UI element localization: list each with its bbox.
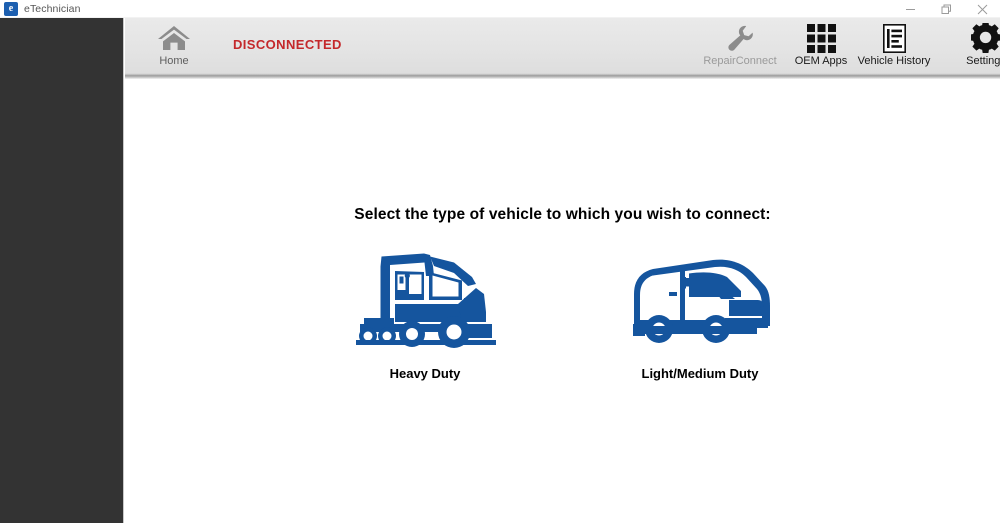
main-content: Select the type of vehicle to which you …: [125, 79, 1000, 523]
minimize-icon: [905, 4, 916, 15]
toolbar-label-oemapps: OEM Apps: [794, 55, 848, 67]
document-icon: [882, 23, 906, 53]
toolbar-label-repairconnect: RepairConnect: [703, 55, 777, 67]
top-toolbar: Home RepairConnect OEM Apps Vehicle Hist…: [125, 18, 1000, 73]
vehicle-choice-heavy-duty[interactable]: Heavy Duty: [323, 247, 528, 381]
window-controls: [892, 0, 1000, 18]
close-button[interactable]: [964, 0, 1000, 18]
application-window: e eTechnician Home RepairConnect OEM App…: [0, 0, 1000, 523]
vehicle-type-choices: Heavy Duty Light/Medium Duty: [125, 247, 1000, 381]
vehicle-choice-light-medium-duty[interactable]: Light/Medium Duty: [598, 247, 803, 381]
connection-status: DISCONNECTED: [233, 37, 342, 52]
etechnician-app-icon: e: [4, 1, 18, 16]
close-icon: [977, 4, 988, 15]
title-bar: e eTechnician: [0, 0, 1000, 18]
toolbar-item-home[interactable]: Home: [131, 24, 217, 72]
left-sidebar: [0, 18, 124, 523]
toolbar-item-vehiclehistory[interactable]: Vehicle History: [851, 23, 937, 72]
cargo-van-illustration: [625, 247, 775, 352]
minimize-button[interactable]: [892, 0, 928, 18]
page-title: Select the type of vehicle to which you …: [354, 206, 771, 223]
toolbar-item-repairconnect[interactable]: RepairConnect: [697, 24, 783, 72]
wrench-icon: [726, 24, 754, 52]
toolbar-label-settings: Settings: [966, 55, 1000, 67]
restore-icon: [941, 4, 952, 15]
title-bar-left: e eTechnician: [0, 1, 81, 16]
toolbar-item-settings[interactable]: Settings: [943, 23, 1000, 72]
vehicle-choice-label-light-medium-duty: Light/Medium Duty: [641, 366, 759, 381]
vehicle-choice-label-heavy-duty: Heavy Duty: [389, 366, 461, 381]
home-icon: [157, 24, 191, 52]
toolbar-label-vehiclehistory: Vehicle History: [857, 55, 931, 67]
toolbar-label-home: Home: [159, 55, 189, 67]
gear-icon: [971, 23, 1000, 53]
window-title: eTechnician: [24, 2, 81, 15]
semi-truck-illustration: [350, 247, 500, 352]
maximize-button[interactable]: [928, 0, 964, 18]
grid-apps-icon: [806, 23, 836, 53]
